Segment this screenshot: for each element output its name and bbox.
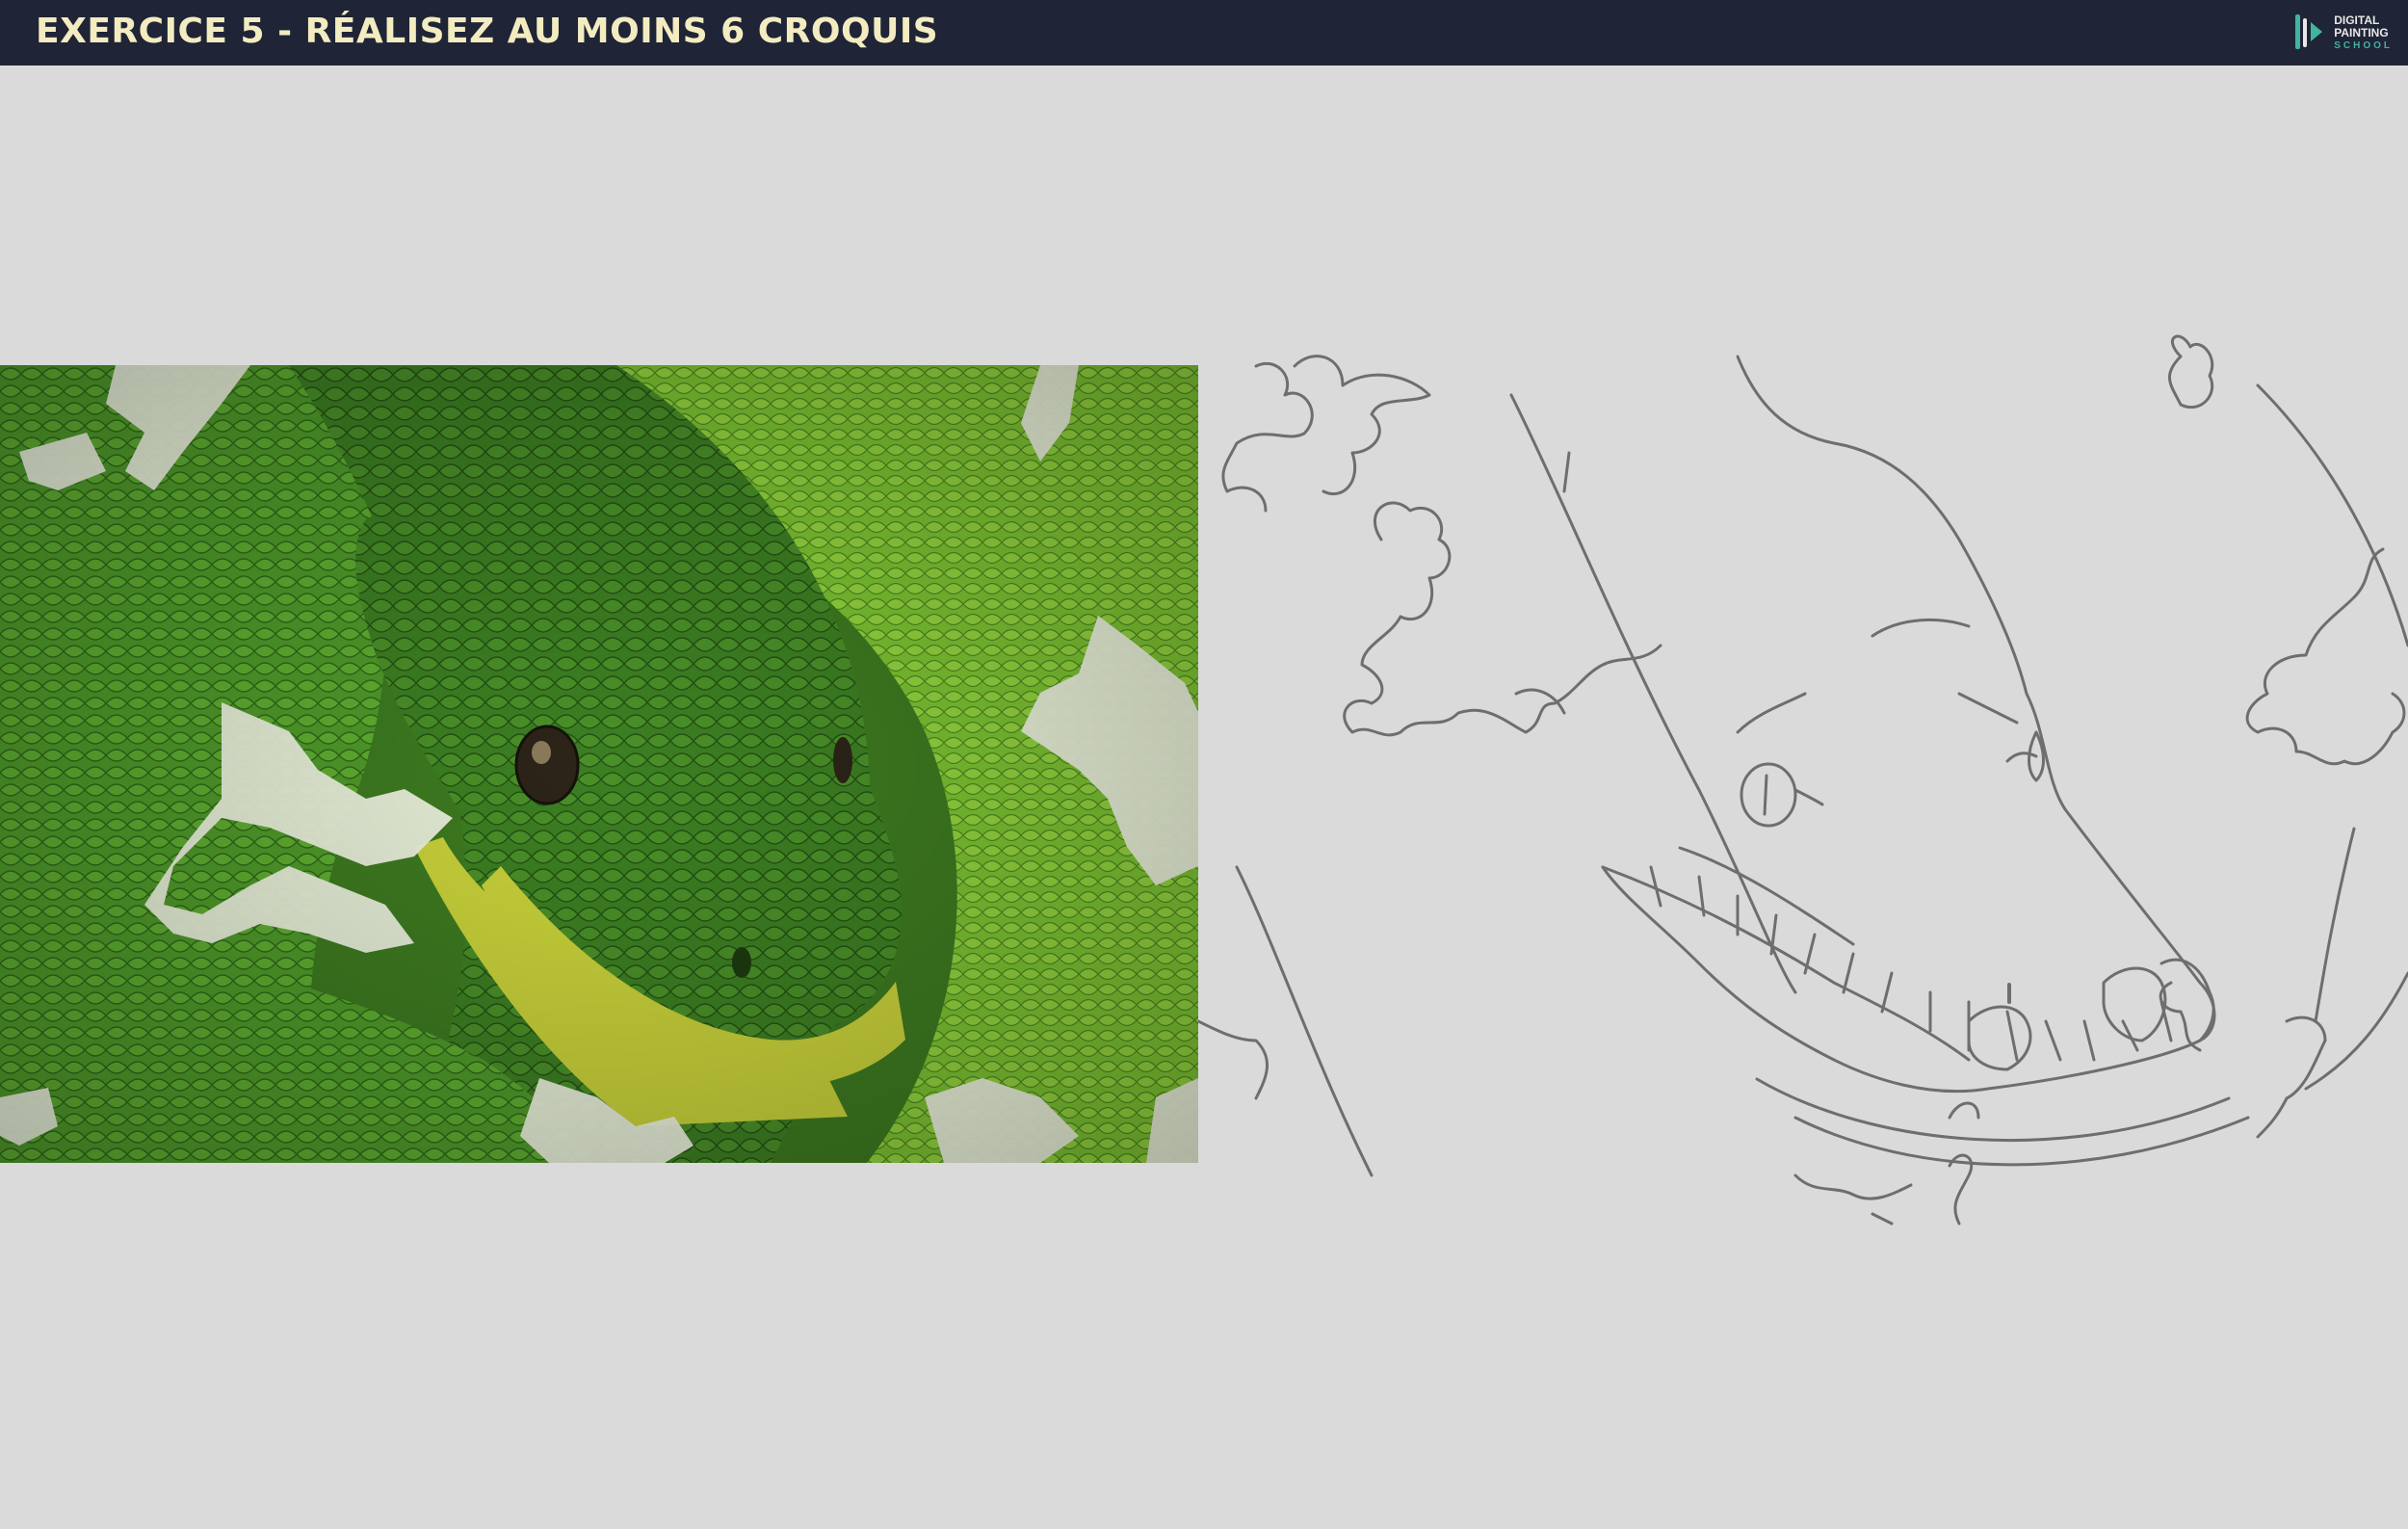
top-banner: EXERCICE 5 - RÉALISEZ AU MOINS 6 CROQUIS… xyxy=(0,0,2408,66)
brand-logo: DIGITAL PAINTING SCHOOL xyxy=(2291,11,2393,55)
brand-line-school: SCHOOL xyxy=(2334,40,2393,51)
python-line-sketch xyxy=(1196,334,2408,1226)
reference-photo xyxy=(0,365,1198,1163)
page-title: EXERCICE 5 - RÉALISEZ AU MOINS 6 CROQUIS xyxy=(36,12,939,51)
green-tree-python-photo xyxy=(0,365,1198,1163)
brush-pen-icon xyxy=(2295,14,2323,49)
brand-wordmark: DIGITAL PAINTING SCHOOL xyxy=(2334,13,2393,52)
brand-line-digital: DIGITAL xyxy=(2334,13,2380,27)
sketch-drawing xyxy=(1196,328,2408,1252)
brand-line-painting: PAINTING xyxy=(2334,25,2389,40)
